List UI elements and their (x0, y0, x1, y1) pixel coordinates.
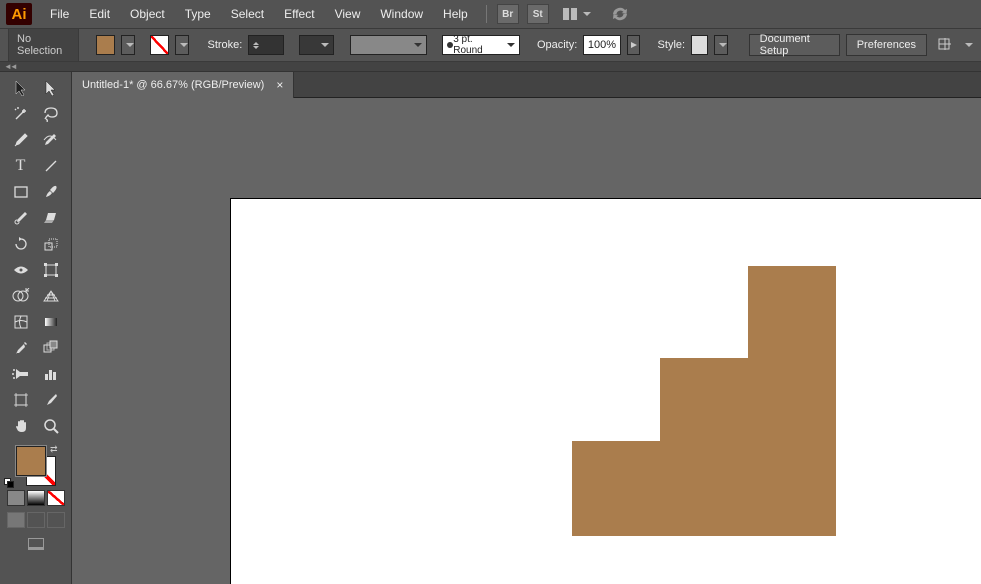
work-area: T ⇄ (0, 72, 981, 584)
menu-file[interactable]: File (42, 3, 77, 25)
color-mode-row (7, 490, 65, 506)
rectangle-tool[interactable] (7, 180, 35, 204)
graphic-style-swatch[interactable] (691, 35, 708, 55)
magic-wand-tool[interactable] (7, 102, 35, 126)
eraser-tool[interactable] (37, 206, 65, 230)
document-area: Untitled-1* @ 66.67% (RGB/Preview) × (72, 72, 981, 584)
fill-stroke-swatch[interactable]: ⇄ (16, 446, 56, 486)
free-transform-tool[interactable] (37, 258, 65, 282)
color-mode-button[interactable] (7, 490, 25, 506)
stroke-label: Stroke: (207, 39, 242, 51)
artboard-tool[interactable] (7, 388, 35, 412)
slice-tool[interactable] (37, 388, 65, 412)
rotate-tool[interactable] (7, 232, 35, 256)
shape-rectangle (748, 266, 836, 536)
sync-icon[interactable] (609, 5, 631, 23)
stroke-weight-input[interactable] (248, 35, 283, 55)
shaper-tool[interactable] (7, 206, 35, 230)
zoom-tool[interactable] (37, 414, 65, 438)
default-fill-stroke-icon[interactable] (4, 478, 14, 488)
symbol-sprayer-tool[interactable] (7, 362, 35, 386)
document-tab[interactable]: Untitled-1* @ 66.67% (RGB/Preview) × (72, 72, 294, 98)
menu-type[interactable]: Type (177, 3, 219, 25)
style-dropdown[interactable] (714, 35, 728, 55)
menu-select[interactable]: Select (223, 3, 272, 25)
selection-status: No Selection (8, 28, 79, 62)
menu-bar: Ai File Edit Object Type Select Effect V… (0, 0, 981, 28)
scale-tool[interactable] (37, 232, 65, 256)
screen-mode-button[interactable] (28, 538, 44, 550)
gradient-tool[interactable] (37, 310, 65, 334)
align-to-dropdown[interactable] (961, 35, 973, 55)
document-tab-title: Untitled-1* @ 66.67% (RGB/Preview) (82, 79, 264, 91)
shape-builder-tool[interactable] (7, 284, 35, 308)
line-tool[interactable] (37, 154, 65, 178)
eyedropper-tool[interactable] (7, 336, 35, 360)
bridge-button[interactable]: Br (497, 4, 519, 24)
draw-mode-row (7, 512, 65, 528)
direct-selection-tool[interactable] (37, 76, 65, 100)
none-mode-button[interactable] (47, 490, 65, 506)
variable-width-profile-dropdown[interactable]: 3 pt. Round (442, 35, 519, 55)
lasso-tool[interactable] (37, 102, 65, 126)
draw-behind-button[interactable] (27, 512, 45, 528)
menu-edit[interactable]: Edit (81, 3, 118, 25)
chevron-down-icon (583, 12, 591, 16)
separator (486, 5, 487, 23)
curvature-tool[interactable] (37, 128, 65, 152)
draw-inside-button[interactable] (47, 512, 65, 528)
canvas[interactable] (72, 98, 981, 584)
shape-rectangle (660, 358, 750, 536)
stroke-profile-dropdown[interactable] (299, 35, 334, 55)
blend-tool[interactable] (37, 336, 65, 360)
draw-normal-button[interactable] (7, 512, 25, 528)
brush-definition-dropdown[interactable] (350, 35, 427, 55)
menu-object[interactable]: Object (122, 3, 173, 25)
big-fill-swatch[interactable] (16, 446, 46, 476)
style-label: Style: (658, 39, 686, 51)
control-bar: No Selection Stroke: 3 pt. Round Opacity… (0, 28, 981, 62)
opacity-label: Opacity: (537, 39, 577, 51)
type-tool[interactable]: T (7, 154, 35, 178)
swap-fill-stroke-icon[interactable]: ⇄ (50, 444, 58, 455)
tool-grid: T (7, 76, 65, 438)
menu-effect[interactable]: Effect (276, 3, 322, 25)
opacity-input[interactable]: 100% (583, 35, 620, 55)
perspective-grid-tool[interactable] (37, 284, 65, 308)
shape-rectangle (572, 441, 662, 536)
menu-window[interactable]: Window (372, 3, 431, 25)
artboard (230, 198, 981, 584)
preferences-button[interactable]: Preferences (846, 34, 927, 56)
document-tab-bar: Untitled-1* @ 66.67% (RGB/Preview) × (72, 72, 981, 98)
column-graph-tool[interactable] (37, 362, 65, 386)
document-setup-button[interactable]: Document Setup (749, 34, 840, 56)
stroke-swatch[interactable] (150, 35, 169, 55)
close-tab-button[interactable]: × (276, 78, 283, 92)
fill-dropdown[interactable] (121, 35, 135, 55)
gradient-mode-button[interactable] (27, 490, 45, 506)
menu-help[interactable]: Help (435, 3, 476, 25)
stroke-dropdown[interactable] (175, 35, 189, 55)
paintbrush-tool[interactable] (37, 180, 65, 204)
menu-view[interactable]: View (327, 3, 369, 25)
app-logo-icon: Ai (6, 3, 32, 25)
fill-swatch[interactable] (96, 35, 115, 55)
width-tool[interactable] (7, 258, 35, 282)
pen-tool[interactable] (7, 128, 35, 152)
panel-dock-strip[interactable]: ◄◄ (0, 62, 981, 72)
mesh-tool[interactable] (7, 310, 35, 334)
opacity-dropdown[interactable] (627, 35, 641, 55)
hand-tool[interactable] (7, 414, 35, 438)
align-to-button[interactable] (937, 35, 955, 55)
profile-label: 3 pt. Round (453, 34, 503, 56)
arrange-documents-button[interactable] (559, 6, 595, 22)
stock-button[interactable]: St (527, 4, 549, 24)
selection-tool[interactable] (7, 76, 35, 100)
tools-panel: T ⇄ (0, 72, 72, 584)
